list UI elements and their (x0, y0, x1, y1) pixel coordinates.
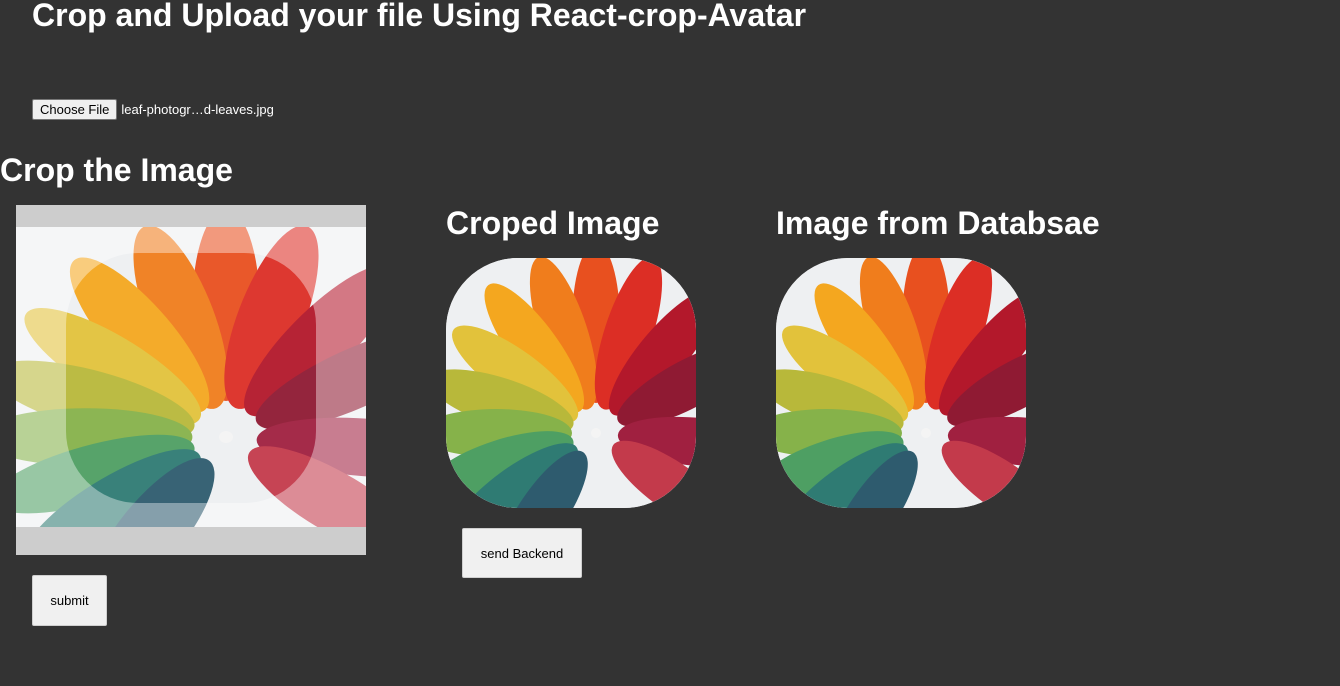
submit-button[interactable]: submit (32, 575, 107, 626)
leaf-image-icon (446, 258, 696, 508)
selected-file-name: leaf-photogr…d-leaves.jpg (121, 102, 274, 117)
crop-editor[interactable] (16, 205, 366, 555)
database-image (776, 258, 1026, 508)
crop-selection-mask[interactable] (66, 253, 316, 503)
db-image-heading: Image from Databsae (776, 205, 1100, 241)
choose-file-button[interactable]: Choose File (32, 99, 118, 120)
send-backend-button[interactable]: send Backend (462, 528, 582, 578)
leaf-image-icon (776, 258, 1026, 508)
cropped-preview (446, 258, 696, 508)
crop-heading: Crop the Image (0, 152, 233, 188)
cropped-heading: Croped Image (446, 205, 660, 241)
page-title: Crop and Upload your file Using React-cr… (32, 0, 807, 33)
file-input[interactable]: Choose File leaf-photogr…d-leaves.jpg (32, 99, 274, 120)
